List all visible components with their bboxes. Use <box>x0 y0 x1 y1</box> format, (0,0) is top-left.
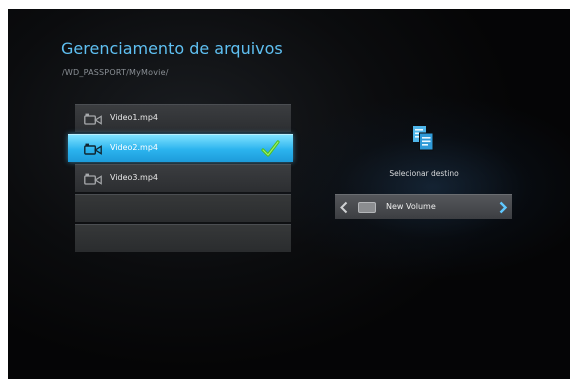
video-camera-icon <box>84 143 102 155</box>
volume-selector[interactable]: New Volume <box>335 194 512 219</box>
file-name: Video3.mp4 <box>110 173 159 182</box>
file-name: Video1.mp4 <box>110 113 159 122</box>
volume-name: New Volume <box>386 202 436 211</box>
video-camera-icon <box>84 173 102 185</box>
chevron-left-icon[interactable] <box>339 201 349 214</box>
file-row-video2[interactable]: Video2.mp4 <box>68 134 293 162</box>
empty-row <box>75 224 291 252</box>
video-camera-icon <box>84 113 102 125</box>
file-name: Video2.mp4 <box>110 143 159 152</box>
checkmark-icon <box>261 140 280 157</box>
file-manager-screen: Gerenciamento de arquivos /WD_PASSPORT/M… <box>8 9 570 379</box>
empty-row <box>75 194 291 222</box>
breadcrumb-path: /WD_PASSPORT/MyMovie/ <box>62 68 169 77</box>
select-destination-label: Selecionar destino <box>389 169 459 178</box>
chevron-right-icon[interactable] <box>498 201 508 214</box>
drive-icon <box>358 202 376 213</box>
copy-documents-icon <box>413 126 434 151</box>
file-row-video1[interactable]: Video1.mp4 <box>75 104 291 132</box>
page-title: Gerenciamento de arquivos <box>61 39 283 58</box>
file-list: Video1.mp4 Video2.mp4 Video3.mp4 <box>68 104 293 254</box>
file-row-video3[interactable]: Video3.mp4 <box>75 164 291 192</box>
